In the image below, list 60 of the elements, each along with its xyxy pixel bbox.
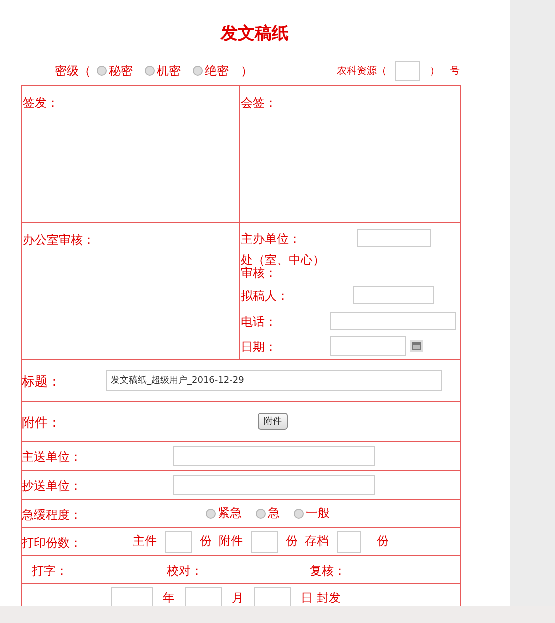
- radio-label: 急: [268, 505, 280, 522]
- field-label: 主送单位：: [22, 450, 82, 464]
- radio-button[interactable]: [256, 508, 266, 518]
- radio-label: 一般: [306, 505, 330, 522]
- field-label: 急缓程度：: [22, 508, 82, 522]
- signer-label: 校对：: [167, 564, 203, 578]
- field-label: 处（室、中心）审核：: [241, 254, 326, 280]
- signer-label: 复核：: [310, 564, 346, 578]
- calendar-icon[interactable]: [410, 340, 423, 352]
- form-title: 发文稿纸: [220, 23, 290, 46]
- radio-button[interactable]: [97, 66, 107, 76]
- input-field[interactable]: [173, 475, 375, 495]
- input-field[interactable]: [357, 229, 431, 247]
- serial-bracket: ）: [430, 65, 440, 78]
- input-field[interactable]: [353, 286, 434, 304]
- count-field[interactable]: [165, 530, 192, 552]
- attachment-button[interactable]: 附件: [258, 413, 288, 430]
- date-part-field[interactable]: [185, 587, 222, 606]
- radio-button[interactable]: [294, 508, 304, 518]
- field-label: 日期：: [241, 340, 277, 354]
- field-label: 附件：: [22, 416, 61, 430]
- unit-label: 份: [377, 533, 389, 550]
- field-label: 电话：: [241, 315, 277, 329]
- field-label: 主办单位：: [241, 232, 301, 246]
- signer-label: 打字：: [32, 564, 68, 578]
- radio-button[interactable]: [145, 66, 155, 76]
- classification-label: 密级（: [55, 62, 91, 80]
- input-field[interactable]: [173, 446, 375, 466]
- cell-label: 办公室审核：: [23, 233, 95, 247]
- cell-label: 会签：: [241, 96, 277, 110]
- radio-label: 紧急: [218, 505, 242, 522]
- date-part-field[interactable]: [254, 587, 292, 606]
- date-part-label: 月: [232, 590, 244, 606]
- unit-label: 份: [286, 533, 298, 550]
- field-label: 标题：: [22, 374, 61, 390]
- copy-label: 主件: [133, 533, 157, 550]
- cell-label: 签发：: [23, 96, 59, 110]
- serial-suffix: 号: [450, 65, 460, 78]
- date-part-field[interactable]: [111, 587, 154, 606]
- serial-prefix: 农科资源（: [337, 64, 387, 78]
- unit-label: 份: [200, 533, 212, 550]
- date-field[interactable]: [330, 336, 406, 356]
- date-part-label: 年: [163, 590, 176, 606]
- count-field[interactable]: [251, 530, 278, 552]
- radio-label: 绝密: [205, 62, 229, 80]
- field-label: 抄送单位：: [22, 479, 82, 493]
- radio-button[interactable]: [193, 66, 203, 76]
- radio-button[interactable]: [206, 508, 216, 518]
- classification-bracket: ）: [241, 62, 253, 80]
- serial-field[interactable]: [395, 61, 420, 81]
- field-label: 打印份数：: [22, 536, 82, 550]
- count-field[interactable]: [337, 530, 361, 552]
- copy-label: 附件: [219, 533, 243, 550]
- field-label: 拟稿人：: [241, 289, 289, 303]
- copy-label: 存档: [305, 533, 329, 550]
- subject-field[interactable]: 发文稿纸_超级用户_2016-12-29: [106, 370, 442, 391]
- input-field[interactable]: [330, 312, 456, 330]
- date-part-label: 日 封发: [301, 590, 341, 606]
- radio-label: 秘密: [109, 62, 133, 80]
- radio-label: 机密: [157, 62, 181, 80]
